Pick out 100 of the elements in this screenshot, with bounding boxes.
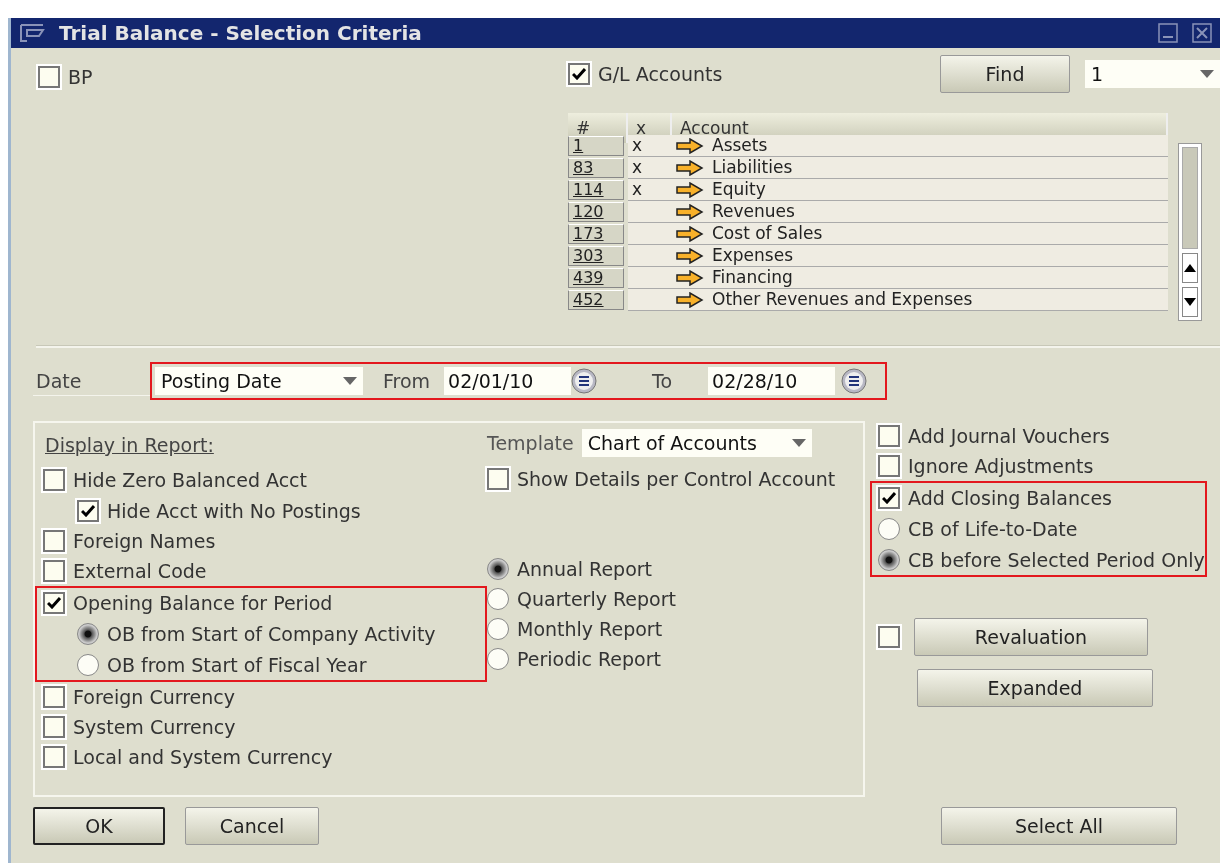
radio-label: Quarterly Report: [517, 588, 676, 610]
checkbox[interactable]: [43, 686, 65, 708]
check-icon: [47, 597, 61, 609]
row-number[interactable]: 114: [568, 180, 624, 200]
arrow-icon: [676, 137, 704, 154]
checkbox[interactable]: [43, 469, 65, 491]
check-icon: [572, 68, 586, 80]
radio-label: Periodic Report: [517, 648, 661, 670]
arrow-icon: [676, 269, 704, 286]
checkbox[interactable]: [77, 499, 99, 522]
caret-icon: [1200, 70, 1214, 78]
calendar-button-icon[interactable]: [841, 368, 868, 394]
account-name: Equity: [712, 179, 766, 200]
checkbox-label: Add Closing Balances: [908, 487, 1112, 509]
checkbox-label: BP: [68, 66, 93, 88]
checkbox-label: Hide Acct with No Postings: [107, 499, 361, 522]
checkbox[interactable]: [568, 63, 590, 85]
to-date-field[interactable]: 02/28/10: [708, 367, 836, 395]
cancel-button[interactable]: Cancel: [185, 807, 319, 845]
checkbox-label: Add Journal Vouchers: [908, 425, 1110, 447]
radio-label: OB from Start of Fiscal Year: [107, 653, 367, 676]
minimize-icon[interactable]: [1158, 23, 1178, 43]
checkbox[interactable]: [878, 626, 900, 648]
radio-button[interactable]: [487, 648, 509, 670]
radio-button[interactable]: [878, 548, 900, 571]
checkbox[interactable]: [487, 468, 509, 490]
checkbox-label: Foreign Currency: [73, 686, 235, 708]
radio-label: Monthly Report: [517, 618, 663, 640]
checkbox[interactable]: [43, 716, 65, 738]
from-label: From: [382, 370, 432, 392]
scrollbar[interactable]: [1178, 143, 1202, 321]
checkbox[interactable]: [878, 487, 900, 509]
account-name: Cost of Sales: [712, 223, 823, 244]
find-button[interactable]: Find: [940, 55, 1070, 93]
radio-label: CB of Life-to-Date: [908, 517, 1078, 540]
caret-icon: [791, 439, 806, 447]
checkbox-label: Local and System Currency: [73, 746, 333, 768]
revaluation-button[interactable]: Revaluation: [914, 618, 1148, 656]
radio-button[interactable]: [487, 618, 509, 640]
checkbox-label: External Code: [73, 560, 207, 582]
checkbox[interactable]: [878, 455, 900, 477]
arrow-icon: [676, 225, 704, 242]
checkbox-label: G/L Accounts: [598, 63, 723, 85]
checkbox[interactable]: [878, 425, 900, 447]
radio-button[interactable]: [878, 517, 900, 540]
checkbox-label: Ignore Adjustments: [908, 455, 1094, 477]
checkbox[interactable]: [43, 530, 65, 552]
arrow-icon: [676, 247, 704, 264]
checkbox[interactable]: [43, 746, 65, 768]
select-all-button[interactable]: Select All: [941, 807, 1177, 845]
checkbox-label: System Currency: [73, 716, 236, 738]
checkbox[interactable]: [38, 66, 60, 88]
caret-icon: [343, 377, 357, 385]
row-number[interactable]: 303: [568, 246, 624, 266]
table-cell: x: [628, 135, 672, 157]
group-heading: Display in Report:: [45, 433, 215, 458]
ok-button[interactable]: OK: [33, 807, 165, 845]
checkbox-label: Show Details per Control Account: [517, 468, 836, 490]
checkbox-label: Foreign Names: [73, 530, 216, 552]
scroll-down-icon[interactable]: [1184, 298, 1196, 306]
radio-button[interactable]: [487, 558, 509, 580]
checkbox-label: Opening Balance for Period: [73, 592, 333, 614]
radio-label: CB before Selected Period Only: [908, 548, 1205, 571]
checkbox-label: Hide Zero Balanced Acct: [73, 469, 307, 491]
find-dropdown[interactable]: 1: [1085, 60, 1220, 88]
date-type-dropdown[interactable]: Posting Date: [155, 367, 363, 395]
checkbox[interactable]: [43, 592, 65, 614]
arrow-icon: [676, 291, 704, 308]
table-cell: x: [628, 179, 672, 201]
form-icon: [19, 24, 45, 42]
date-label: Date: [33, 366, 150, 396]
arrow-icon: [676, 203, 704, 220]
template-label: Template: [487, 432, 574, 454]
row-number[interactable]: 83: [568, 158, 624, 178]
radio-button[interactable]: [77, 653, 99, 676]
close-icon[interactable]: [1192, 23, 1212, 43]
scroll-up-icon[interactable]: [1184, 264, 1196, 272]
account-name: Expenses: [712, 245, 793, 266]
row-number[interactable]: 120: [568, 202, 624, 222]
arrow-icon: [676, 159, 704, 176]
arrow-icon: [676, 181, 704, 198]
account-name: Liabilities: [712, 157, 793, 178]
to-label: To: [651, 370, 674, 392]
radio-button[interactable]: [487, 588, 509, 610]
window-title: Trial Balance - Selection Criteria: [59, 21, 423, 45]
template-dropdown[interactable]: Chart of Accounts: [581, 429, 812, 457]
table-cell: x: [628, 157, 672, 179]
radio-button[interactable]: [77, 622, 99, 645]
calendar-button-icon[interactable]: [571, 368, 598, 394]
account-name: Other Revenues and Expenses: [712, 289, 973, 310]
check-icon: [882, 492, 896, 504]
from-date-field[interactable]: 02/01/10: [444, 367, 572, 395]
row-number[interactable]: 173: [568, 224, 624, 244]
expanded-button[interactable]: Expanded: [917, 669, 1153, 707]
checkbox[interactable]: [43, 560, 65, 582]
radio-label: OB from Start of Company Activity: [107, 622, 436, 645]
account-name: Revenues: [712, 201, 795, 222]
row-number[interactable]: 439: [568, 268, 624, 288]
row-number[interactable]: 452: [568, 290, 624, 310]
check-icon: [81, 504, 95, 517]
